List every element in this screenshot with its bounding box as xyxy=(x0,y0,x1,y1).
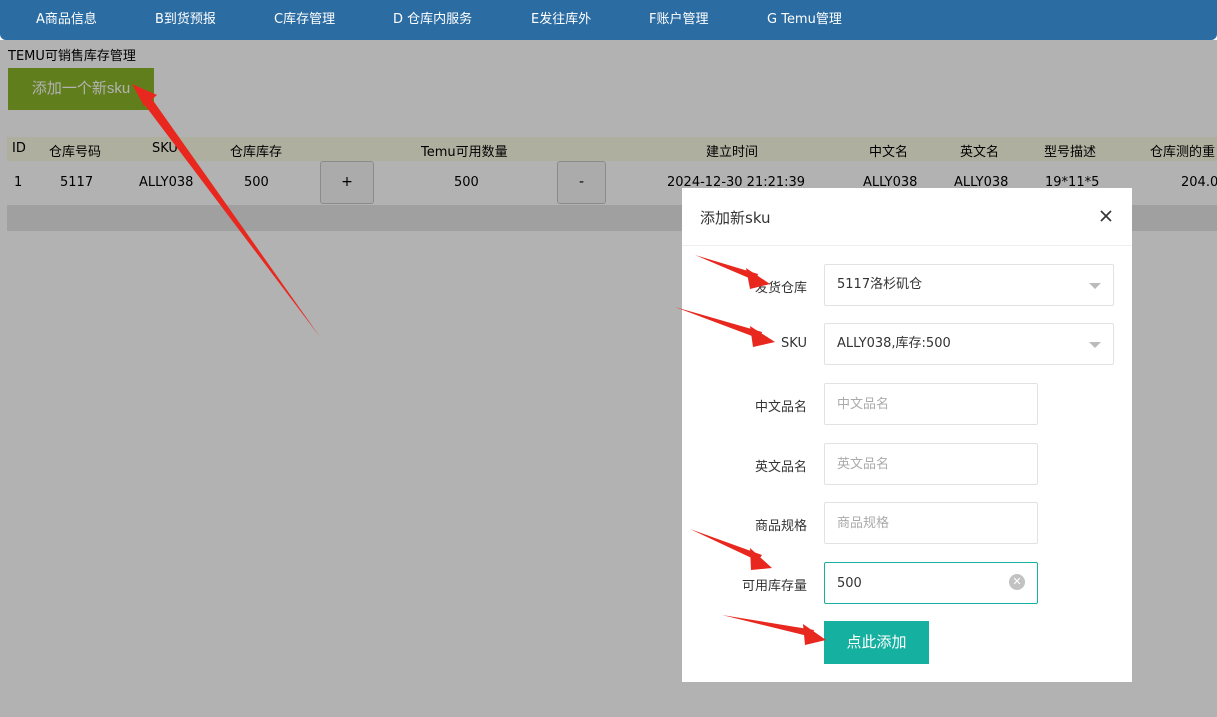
qty-label: 可用库存量 xyxy=(741,579,807,594)
en-name-label: 英文品名 xyxy=(754,460,807,475)
caret-down-icon xyxy=(1089,342,1101,348)
close-icon[interactable] xyxy=(1096,206,1116,226)
dialog-title: 添加新sku xyxy=(700,209,771,227)
sku-select-value: ALLY038,库存:500 xyxy=(837,336,951,351)
clear-icon[interactable]: ✕ xyxy=(1009,574,1025,590)
sku-select[interactable]: ALLY038,库存:500 xyxy=(824,323,1114,365)
nav-item-inventory[interactable]: C库存管理 xyxy=(274,8,335,27)
qty-input[interactable] xyxy=(824,562,1038,604)
nav-item-temu[interactable]: G Temu管理 xyxy=(767,8,842,27)
warehouse-select-value: 5117洛杉矶仓 xyxy=(837,277,923,292)
cn-name-label: 中文品名 xyxy=(754,400,807,415)
cn-name-input[interactable] xyxy=(824,383,1038,425)
nav-item-outbound[interactable]: E发往库外 xyxy=(531,8,591,27)
caret-down-icon xyxy=(1089,283,1101,289)
nav-item-product-info[interactable]: A商品信息 xyxy=(36,8,97,27)
en-name-input[interactable] xyxy=(824,443,1038,485)
spec-label: 商品规格 xyxy=(754,519,807,534)
nav-item-account[interactable]: F账户管理 xyxy=(649,8,708,27)
nav-item-warehouse-service[interactable]: D 仓库内服务 xyxy=(393,8,472,27)
warehouse-label: 发货仓库 xyxy=(754,281,807,296)
sku-label: SKU xyxy=(781,336,807,351)
submit-add-button[interactable]: 点此添加 xyxy=(824,621,929,664)
add-sku-dialog: 添加新sku 发货仓库 5117洛杉矶仓 SKU ALLY038,库存:500 … xyxy=(682,188,1132,682)
top-nav: A商品信息 B到货预报 C库存管理 D 仓库内服务 E发往库外 F账户管理 G … xyxy=(0,0,1217,40)
dialog-divider xyxy=(682,245,1132,246)
nav-item-arrival-forecast[interactable]: B到货预报 xyxy=(155,8,216,27)
warehouse-select[interactable]: 5117洛杉矶仓 xyxy=(824,264,1114,306)
spec-input[interactable] xyxy=(824,502,1038,544)
